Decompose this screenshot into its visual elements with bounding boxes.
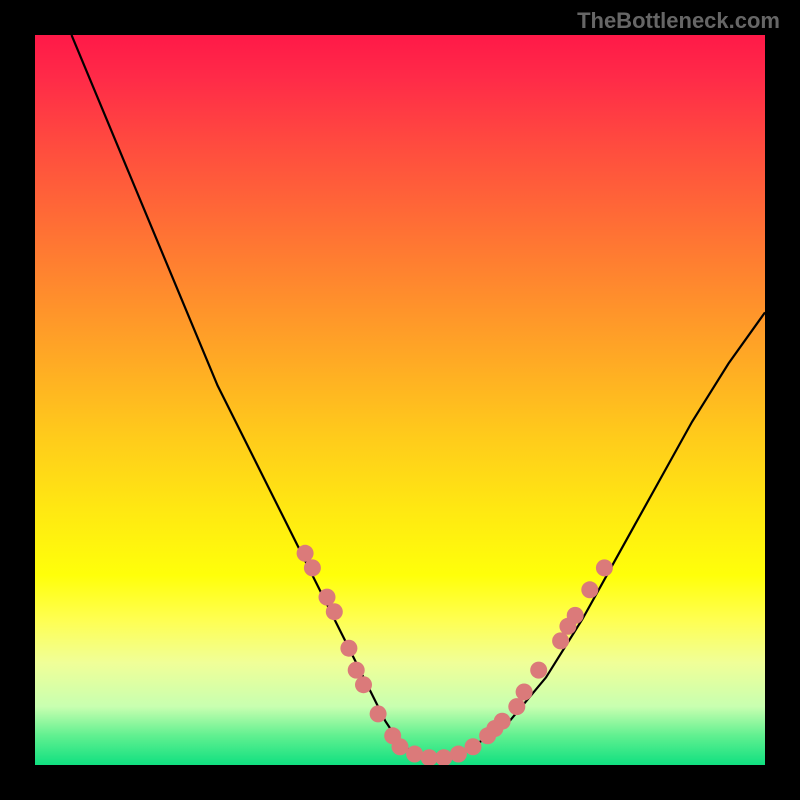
data-point — [304, 559, 321, 576]
data-point — [450, 746, 467, 763]
data-point — [370, 705, 387, 722]
data-point — [465, 738, 482, 755]
data-point — [530, 662, 547, 679]
data-point — [319, 589, 336, 606]
data-point — [516, 684, 533, 701]
data-point — [406, 746, 423, 763]
data-point — [596, 559, 613, 576]
chart-svg — [35, 35, 765, 765]
data-point — [348, 662, 365, 679]
data-point — [355, 676, 372, 693]
data-point — [494, 713, 511, 730]
data-point — [581, 581, 598, 598]
chart-container: TheBottleneck.com — [0, 0, 800, 800]
data-point — [392, 738, 409, 755]
data-point — [435, 749, 452, 765]
watermark-text: TheBottleneck.com — [577, 8, 780, 34]
data-markers — [297, 545, 613, 765]
data-point — [297, 545, 314, 562]
data-point — [508, 698, 525, 715]
data-point — [326, 603, 343, 620]
data-point — [552, 632, 569, 649]
data-point — [567, 607, 584, 624]
bottleneck-curve-line — [72, 35, 766, 758]
data-point — [340, 640, 357, 657]
data-point — [421, 749, 438, 765]
